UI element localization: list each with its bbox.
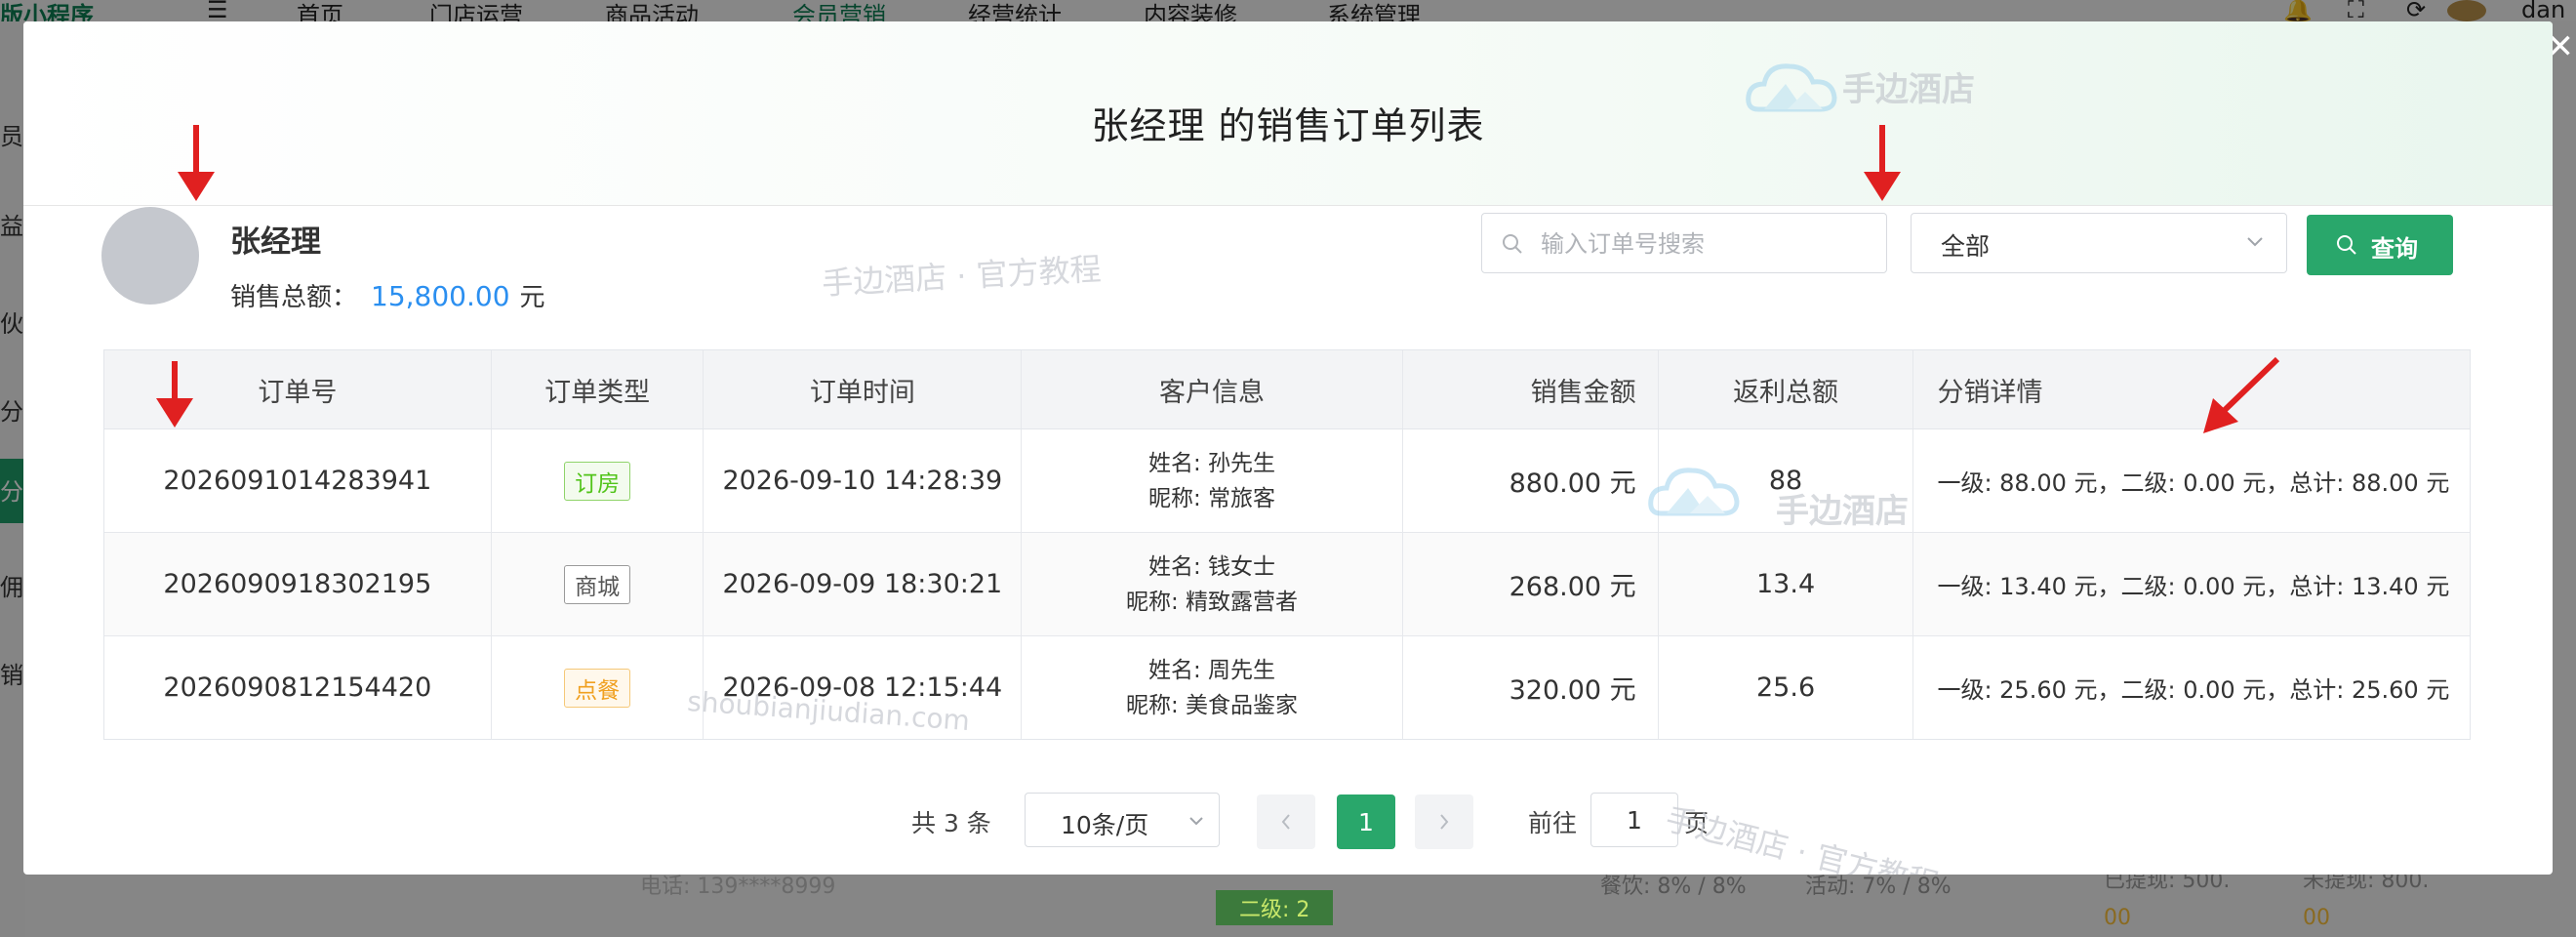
side-item[interactable]: 伙 [0,305,23,339]
chevron-left-icon [1281,814,1290,830]
page-size-value: 10条/页 [1061,811,1149,839]
side-item[interactable]: 佣 [0,568,23,602]
bg-not-withdrawn-cents: 00 [2303,906,2330,930]
distribution-detail: 一级: 25.60 元，二级: 0.00 元，总计: 25.60 元 [1937,676,2450,704]
order-no: 2026090812154420 [104,636,492,739]
page-unit-label: 页 [1684,809,1710,837]
sales-total-unit: 元 [519,283,545,312]
customer-name: 姓名: 钱女士 [1148,553,1276,580]
col-order-time: 订单时间 [704,350,1023,428]
page-size-select[interactable]: 10条/页 [1025,793,1220,847]
col-order-no: 订单号 [104,350,492,428]
order-time: 2026-09-10 14:28:39 [704,429,1023,532]
side-item[interactable]: 销 [0,656,23,690]
order-type-select[interactable]: 全部 [1911,213,2287,273]
customer-info: 姓名: 钱女士 昵称: 精致露营者 [1022,533,1403,635]
customer-name: 姓名: 周先生 [1148,657,1276,683]
rebate-total: 88 [1659,429,1914,532]
side-item[interactable]: 益 [0,207,23,241]
order-search-input[interactable] [1539,224,1874,265]
order-type-cell: 商城 [492,533,704,635]
distribution-detail: 一级: 13.40 元，二级: 0.00 元，总计: 13.40 元 [1937,573,2450,600]
distribution-detail: 一级: 88.00 元，二级: 0.00 元，总计: 88.00 元 [1937,469,2450,497]
col-order-type: 订单类型 [492,350,704,428]
customer-info: 姓名: 孙先生 昵称: 常旅客 [1022,429,1403,532]
search-icon [2337,235,2356,255]
modal-header: 张经理 的销售订单列表 [23,21,2553,206]
bg-level-badge: 二级: 2 [1216,890,1334,925]
manager-name: 张经理 [230,224,321,260]
search-icon [1503,234,1522,254]
col-detail: 分销详情 [1937,377,2043,408]
fullscreen-icon[interactable]: ⛶ [2348,0,2364,23]
order-time: 2026-09-08 12:15:44 [704,636,1023,739]
order-table: 订单号 订单类型 订单时间 客户信息 销售金额 返利总额 分销详情 202609… [103,349,2471,740]
order-type-tag: 商城 [564,564,631,604]
sales-amount: 880.00 元 [1403,429,1659,532]
nav-collapse-icon: ☰ [207,0,228,23]
col-amount: 销售金额 [1403,350,1659,428]
table-header: 订单号 订单类型 订单时间 客户信息 销售金额 返利总额 分销详情 [104,350,2470,429]
side-item[interactable]: 员 [0,117,23,151]
modal-title: 张经理 的销售订单列表 [1091,104,1485,147]
customer-info: 姓名: 周先生 昵称: 美食品鉴家 [1022,636,1403,739]
col-rebate: 返利总额 [1659,350,1914,428]
prev-page-button[interactable] [1257,794,1315,849]
sales-amount: 320.00 元 [1403,636,1659,739]
avatar [101,207,199,305]
pagination-total: 共 3 条 [911,809,991,837]
sales-total-amount: 15,800.00 [371,280,510,312]
order-type-value: 全部 [1941,232,1991,261]
chevron-right-icon [1440,814,1449,830]
order-type-cell: 订房 [492,429,704,532]
order-search-box[interactable] [1481,213,1887,273]
goto-page-input[interactable] [1590,793,1678,847]
query-button-label: 查询 [2371,235,2418,263]
next-page-button[interactable] [1415,794,1473,849]
customer-nickname: 昵称: 常旅客 [1148,485,1276,511]
col-customer: 客户信息 [1022,350,1403,428]
background-sidebar: 员 益 伙 分 分 佣 销 [0,21,25,937]
order-type-tag: 订房 [564,461,631,501]
customer-nickname: 昵称: 美食品鉴家 [1126,692,1299,718]
customer-name: 姓名: 孙先生 [1148,450,1276,476]
sales-order-modal: 张经理 的销售订单列表 张经理 销售总额： 15,800.00 元 全部 查询 订单… [23,21,2553,875]
side-item[interactable]: 分 [0,392,23,427]
watermark-tutorial: 手边酒店 · 官方教程 [821,250,1103,303]
rebate-total: 25.6 [1659,636,1914,739]
customer-nickname: 昵称: 精致露营者 [1126,589,1299,615]
rebate-total: 13.4 [1659,533,1914,635]
table-row: 2026090918302195 商城 2026-09-09 18:30:21 … [104,533,2470,636]
user-name[interactable]: dan [2521,0,2565,23]
order-no: 2026091014283941 [104,429,492,532]
bell-icon[interactable]: 🔔 [2283,0,2313,23]
chevron-down-icon [2247,237,2263,247]
user-avatar[interactable] [2447,0,2486,21]
order-type-tag: 点餐 [564,668,631,708]
table-row: 2026091014283941 订房 2026-09-10 14:28:39 … [104,429,2470,533]
order-type-cell: 点餐 [492,636,704,739]
sales-total-label: 销售总额： [230,283,358,312]
order-time: 2026-09-09 18:30:21 [704,533,1023,635]
sales-total: 销售总额： 15,800.00 元 [230,277,545,313]
goto-label: 前往 [1528,809,1578,837]
sales-amount: 268.00 元 [1403,533,1659,635]
query-button[interactable]: 查询 [2307,215,2453,275]
order-no: 2026090918302195 [104,533,492,635]
refresh-icon[interactable]: ⟳ [2406,0,2426,23]
page-button-current[interactable]: 1 [1337,794,1395,849]
side-item[interactable]: 分 [0,472,23,507]
table-row: 2026090812154420 点餐 2026-09-08 12:15:44 … [104,636,2470,739]
background-top-nav: 版小程序 ☰ 首页 门店运营 商品活动 会员营销 经营统计 内容装修 系统管理 … [0,0,2576,29]
chevron-down-icon [1189,817,1203,826]
bg-withdrawn-cents: 00 [2104,906,2131,930]
